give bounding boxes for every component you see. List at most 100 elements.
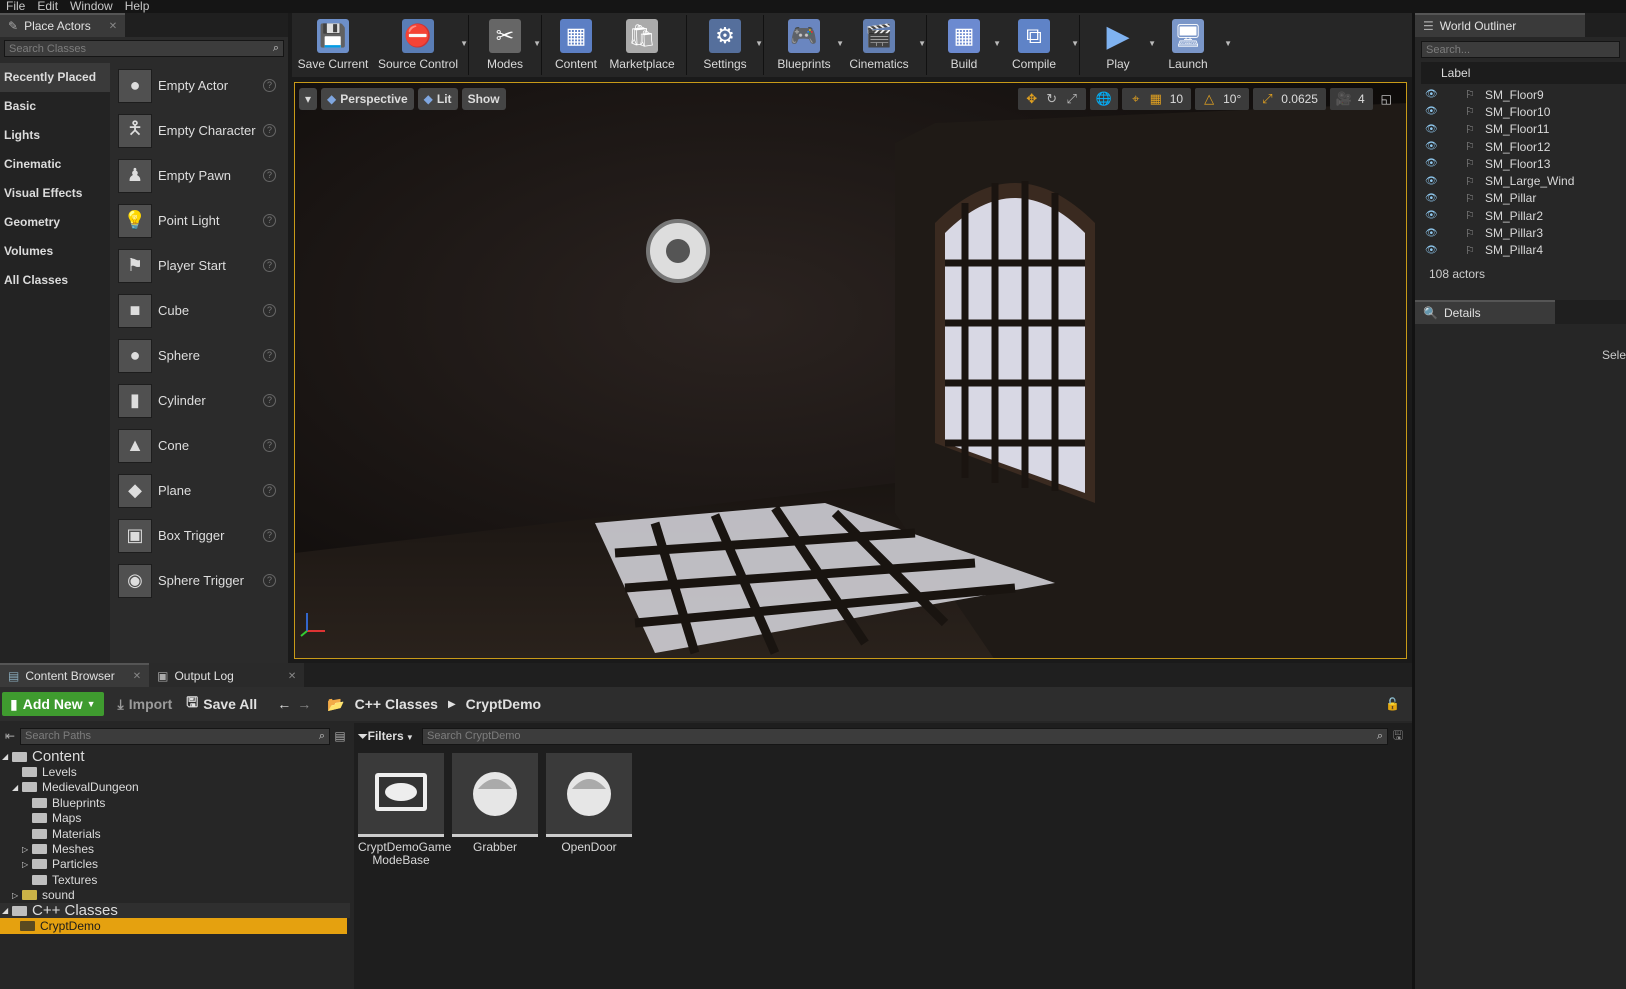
forward-arrow-icon[interactable]: → — [297, 696, 311, 712]
category-cinematic[interactable]: Cinematic — [0, 150, 110, 179]
dropdown-icon[interactable]: ▼ — [755, 39, 763, 48]
details-tab[interactable]: 🔍 Details — [1415, 300, 1555, 324]
view-options-icon[interactable]: ▤ — [330, 729, 350, 743]
eye-icon[interactable]: 👁 — [1425, 245, 1439, 256]
expand-arrow-icon[interactable]: ▷ — [22, 860, 32, 869]
outliner-row[interactable]: 👁 ⚐ SM_Floor11 — [1415, 121, 1626, 138]
help-icon[interactable]: ? — [263, 574, 276, 587]
eye-icon[interactable]: 👁 — [1425, 228, 1439, 239]
eye-icon[interactable]: 👁 — [1425, 176, 1439, 187]
tree-item[interactable]: Textures — [0, 872, 350, 887]
filters-button[interactable]: ⏷Filters ▼ — [358, 729, 422, 744]
translate-icon[interactable]: ✥ — [1022, 88, 1042, 110]
outliner-row[interactable]: 👁 ⚐ SM_Floor10 — [1415, 103, 1626, 120]
expand-arrow-icon[interactable]: ▷ — [12, 891, 22, 900]
help-icon[interactable]: ? — [263, 304, 276, 317]
actor-item[interactable]: ▮ Cylinder? — [112, 378, 286, 423]
help-icon[interactable]: ? — [263, 484, 276, 497]
help-icon[interactable]: ? — [263, 529, 276, 542]
actor-item[interactable]: 🯅 Empty Character? — [112, 108, 286, 153]
tree-item[interactable]: Maps — [0, 811, 350, 826]
save-search-icon[interactable]: 🖫 — [1388, 726, 1408, 747]
category-visual-effects[interactable]: Visual Effects — [0, 179, 110, 208]
modes-button[interactable]: ✂ Modes ▼ — [475, 13, 541, 77]
perspective-button[interactable]: ◆ Perspective — [321, 88, 414, 110]
menu-edit[interactable]: Edit — [31, 0, 64, 13]
actor-item[interactable]: ● Empty Actor? — [112, 63, 286, 108]
actor-item[interactable]: ◉ Sphere Trigger? — [112, 558, 286, 603]
lit-button[interactable]: ◆ Lit — [417, 88, 458, 110]
outliner-row[interactable]: 👁 ⚐ SM_Pillar4 — [1415, 242, 1626, 259]
actor-item[interactable]: ■ Cube? — [112, 288, 286, 333]
outliner-row[interactable]: 👁 ⚐ SM_Pillar2 — [1415, 207, 1626, 224]
tree-item[interactable]: ◢ MedievalDungeon — [0, 780, 350, 795]
scale-snap-group[interactable]: ⤢ 0.0625 — [1253, 88, 1326, 110]
eye-icon[interactable]: 👁 — [1425, 210, 1439, 221]
breadcrumb-cpp-classes[interactable]: C++ Classes — [355, 696, 438, 712]
eye-icon[interactable]: 👁 — [1425, 141, 1439, 152]
tree-item[interactable]: Blueprints — [0, 795, 350, 810]
outliner-row[interactable]: 👁 ⚐ SM_Floor13 — [1415, 155, 1626, 172]
search-classes-input[interactable]: Search Classes ⌕ — [4, 40, 284, 57]
launch-button[interactable]: 🖥 Launch ▼ — [1150, 13, 1232, 77]
outliner-row[interactable]: 👁 ⚐ SM_Large_Wind — [1415, 172, 1626, 189]
import-button[interactable]: ⤓ Import — [118, 696, 173, 713]
expand-arrow-icon[interactable]: ◢ — [12, 783, 22, 792]
cinematics-button[interactable]: 🎬 Cinematics ▼ — [838, 13, 926, 77]
marketplace-button[interactable]: 🛍 Marketplace — [604, 13, 680, 77]
lock-icon[interactable]: 🔓 — [1385, 697, 1400, 711]
save-all-button[interactable]: 🖫 Save All — [186, 692, 257, 716]
asset-tile[interactable]: Grabber — [452, 753, 538, 854]
tree-item[interactable]: ▷ sound — [0, 888, 350, 903]
category-volumes[interactable]: Volumes — [0, 237, 110, 266]
expand-arrow-icon[interactable]: ▷ — [22, 845, 32, 854]
actor-item[interactable]: ▲ Cone? — [112, 423, 286, 468]
level-viewport[interactable]: ▾ ◆ Perspective ◆ Lit Show ✥ ↻ ⤢ 🌐 ⌖ ▦ 10 △ 1… — [294, 82, 1407, 659]
close-icon[interactable]: ✕ — [133, 671, 141, 682]
rotation-snap-group[interactable]: △ 10° — [1195, 88, 1250, 110]
help-icon[interactable]: ? — [263, 124, 276, 137]
blueprints-button[interactable]: 🎮 Blueprints ▼ — [770, 13, 844, 77]
coordinate-system-button[interactable]: 🌐 — [1089, 88, 1118, 110]
outliner-row[interactable]: 👁 ⚐ SM_Floor12 — [1415, 138, 1626, 155]
search-assets-input[interactable]: Search CryptDemo ⌕ — [422, 727, 1388, 745]
actor-item[interactable]: ▣ Box Trigger? — [112, 513, 286, 558]
outliner-row[interactable]: 👁 ⚐ SM_Floor9 — [1415, 86, 1626, 103]
maximize-viewport-button[interactable]: ◱ — [1377, 88, 1396, 110]
actor-item[interactable]: ♟ Empty Pawn? — [112, 153, 286, 198]
viewport-options-button[interactable]: ▾ — [299, 88, 318, 110]
help-icon[interactable]: ? — [263, 259, 276, 272]
dropdown-icon[interactable]: ▼ — [1071, 39, 1079, 48]
dropdown-icon[interactable]: ▼ — [918, 39, 926, 48]
show-button[interactable]: Show — [461, 88, 506, 110]
outliner-row[interactable]: 👁 ⚐ SM_Pillar — [1415, 190, 1626, 207]
close-icon[interactable]: ✕ — [288, 671, 296, 682]
expand-arrow-icon[interactable]: ◢ — [2, 752, 12, 761]
asset-tile[interactable]: OpenDoor — [546, 753, 632, 854]
grid-snap-group[interactable]: ⌖ ▦ 10 — [1121, 88, 1192, 110]
content-browser-tab[interactable]: ▤ Content Browser ✕ — [0, 663, 150, 687]
help-icon[interactable]: ? — [263, 349, 276, 362]
close-icon[interactable]: ✕ — [109, 21, 117, 32]
category-recently-placed[interactable]: Recently Placed — [0, 63, 110, 92]
menu-window[interactable]: Window — [64, 0, 119, 13]
category-basic[interactable]: Basic — [0, 92, 110, 121]
eye-icon[interactable]: 👁 — [1425, 106, 1439, 117]
help-icon[interactable]: ? — [263, 169, 276, 182]
source-control-button[interactable]: ⛔ Source Control ▼ — [374, 13, 468, 77]
save-current-button[interactable]: 💾 Save Current — [292, 13, 374, 77]
help-icon[interactable]: ? — [263, 79, 276, 92]
help-icon[interactable]: ? — [263, 394, 276, 407]
eye-icon[interactable]: 👁 — [1425, 124, 1439, 135]
tree-item[interactable]: ◢ C++ Classes — [0, 902, 350, 919]
panel-splitter[interactable] — [1412, 13, 1415, 989]
dropdown-icon[interactable]: ▼ — [1224, 39, 1232, 48]
world-outliner-tab[interactable]: ☰ World Outliner — [1415, 13, 1585, 37]
dropdown-icon[interactable]: ▼ — [460, 39, 468, 48]
camera-speed-group[interactable]: 🎥 4 — [1329, 88, 1373, 110]
back-arrow-icon[interactable]: ← — [277, 696, 291, 712]
help-icon[interactable]: ? — [263, 214, 276, 227]
category-geometry[interactable]: Geometry — [0, 208, 110, 237]
eye-icon[interactable]: 👁 — [1425, 158, 1439, 169]
help-icon[interactable]: ? — [263, 439, 276, 452]
